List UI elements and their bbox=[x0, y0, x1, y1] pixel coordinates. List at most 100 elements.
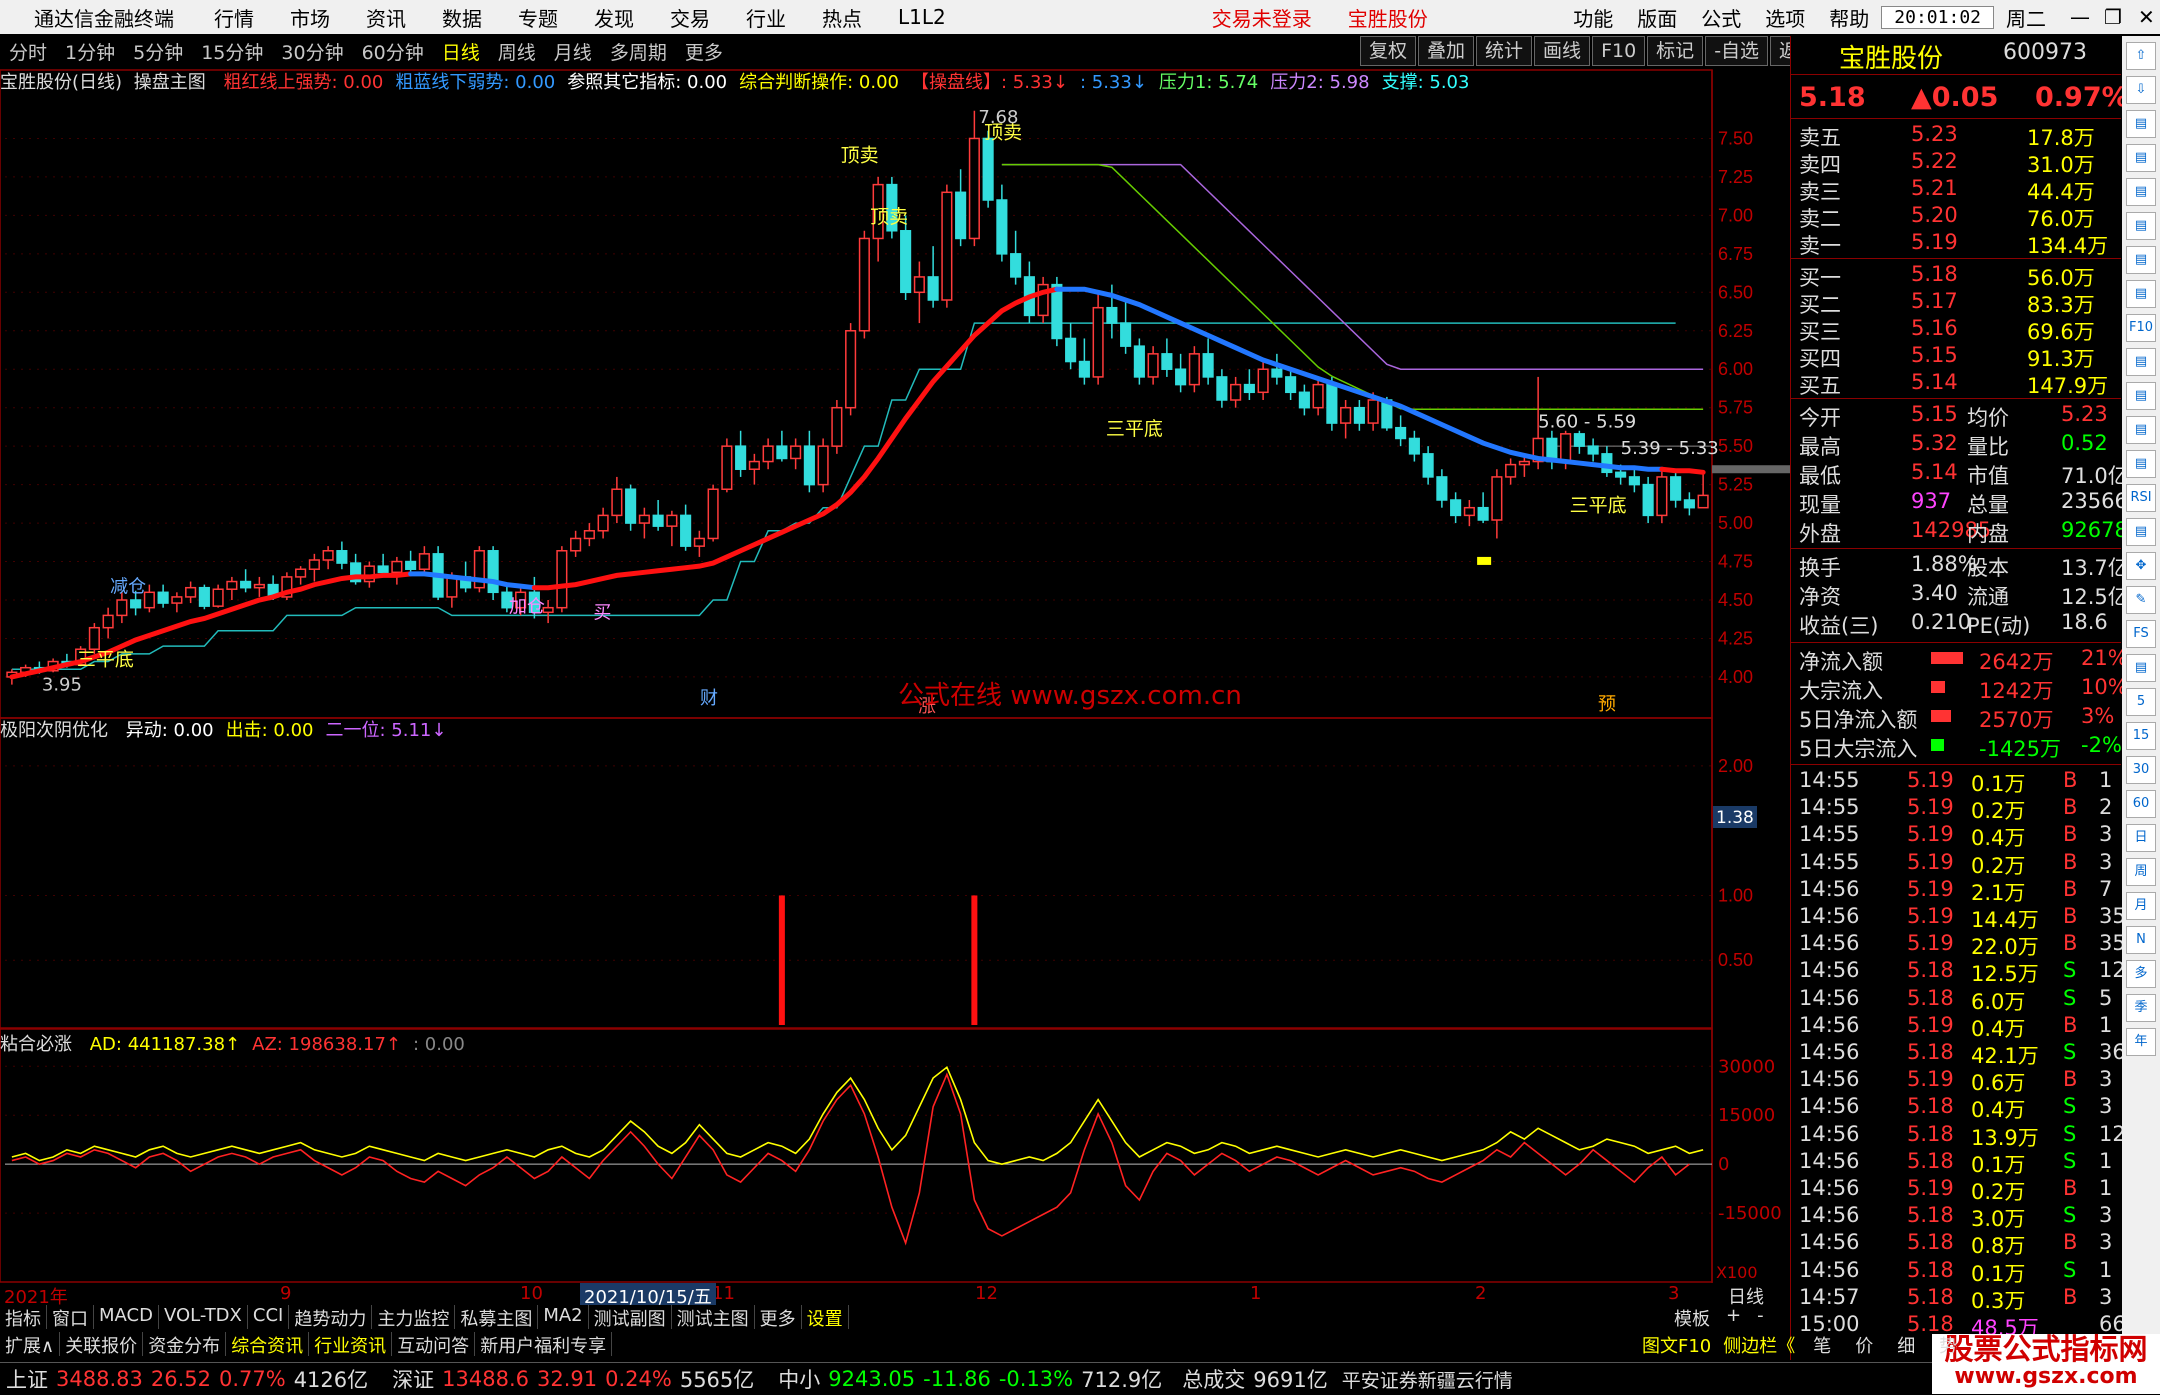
indicator-tab-3[interactable]: VOL-TDX bbox=[159, 1305, 248, 1329]
side-icon-1[interactable]: ⇩ bbox=[2126, 76, 2156, 104]
tick-count: 1 bbox=[2099, 768, 2113, 792]
template-control-0[interactable]: 模板 bbox=[1666, 1305, 1718, 1331]
indicator-tab-12[interactable]: 设置 bbox=[802, 1305, 849, 1330]
candle bbox=[1285, 369, 1297, 400]
sidebar-control-2[interactable]: 笔 bbox=[1801, 1332, 1843, 1358]
restore-icon[interactable]: ❐ bbox=[2092, 5, 2126, 29]
indicator-tab-1[interactable]: 窗口 bbox=[47, 1305, 94, 1330]
candle-body bbox=[1285, 376, 1297, 394]
side-icon-24[interactable]: 周 bbox=[2126, 858, 2156, 886]
side-icon-21[interactable]: 30 bbox=[2126, 756, 2156, 784]
sub2-legend: 粘合必涨 AD: 441187.38↑ AZ: 198638.17↑: 0.00 bbox=[0, 1030, 465, 1056]
side-icon-27[interactable]: 多 bbox=[2126, 960, 2156, 988]
tick-count: 2 bbox=[2099, 795, 2113, 820]
candle bbox=[556, 546, 568, 613]
stat2-value: 18.6 bbox=[2061, 610, 2108, 634]
bid-price: 5.18 bbox=[1911, 262, 1958, 286]
sidebar-control-4[interactable]: 细 bbox=[1885, 1332, 1927, 1358]
side-icon-22[interactable]: 60 bbox=[2126, 790, 2156, 818]
sub1-legend-item-2: 二一位: 5.11↓ bbox=[325, 720, 447, 741]
side-icon-12[interactable]: ▤ bbox=[2126, 450, 2156, 478]
extension-tab-1[interactable]: 关联报价 bbox=[60, 1332, 144, 1357]
side-icon-11[interactable]: ▤ bbox=[2126, 416, 2156, 444]
index-zx-label[interactable]: 中小 bbox=[778, 1364, 820, 1394]
indicator-tab-4[interactable]: CCI bbox=[248, 1305, 290, 1329]
side-icon-19[interactable]: 5 bbox=[2126, 688, 2156, 716]
extension-tab-2[interactable]: 资金分布 bbox=[143, 1332, 227, 1357]
side-icon-8[interactable]: F10 bbox=[2126, 314, 2156, 342]
tick-time: 14:56 bbox=[1799, 931, 1860, 956]
side-icon-25[interactable]: 月 bbox=[2126, 892, 2156, 920]
candle bbox=[762, 438, 774, 470]
side-icon-15[interactable]: ✥ bbox=[2126, 552, 2156, 580]
candle bbox=[597, 507, 609, 539]
candle-body bbox=[1175, 368, 1187, 386]
indicator-tab-9[interactable]: 测试副图 bbox=[589, 1305, 672, 1330]
sub2-tick-label: 0 bbox=[1718, 1154, 1729, 1175]
candle-body bbox=[1560, 433, 1572, 463]
side-icon-2[interactable]: ▤ bbox=[2126, 110, 2156, 138]
index-sz-label[interactable]: 深证 bbox=[392, 1364, 434, 1394]
extension-tab-6[interactable]: 新用户福利专享 bbox=[475, 1332, 613, 1357]
side-icon-28[interactable]: 季 bbox=[2126, 994, 2156, 1022]
close-icon[interactable]: ✕ bbox=[2126, 5, 2160, 29]
stat-label: 内盘 bbox=[1967, 522, 2009, 546]
quote-price: 5.18 bbox=[1799, 82, 1866, 113]
indicator-tab-2[interactable]: MACD bbox=[94, 1305, 159, 1329]
kline-chart[interactable]: 7.50 7.25 7.00 6.75 6.50 6.25 6.00 5.75 5.50 5.25… bbox=[0, 0, 1790, 1290]
extension-tab-5[interactable]: 互动问答 bbox=[392, 1332, 476, 1357]
tick-time: 14:56 bbox=[1799, 1040, 1860, 1064]
indicator-tab-5[interactable]: 趋势动力 bbox=[289, 1305, 373, 1330]
indicator-tab-10[interactable]: 测试主图 bbox=[672, 1305, 755, 1330]
sidebar-control-0[interactable]: 图文F10 bbox=[1636, 1332, 1717, 1358]
extension-tab-4[interactable]: 行业资讯 bbox=[309, 1332, 393, 1357]
candle bbox=[1271, 353, 1283, 385]
indicator-tab-8[interactable]: MA2 bbox=[538, 1305, 589, 1329]
side-icon-26[interactable]: N bbox=[2126, 926, 2156, 954]
extension-tab-3[interactable]: 综合资讯 bbox=[226, 1332, 310, 1357]
side-icon-7[interactable]: ▤ bbox=[2126, 280, 2156, 308]
sidebar-control-1[interactable]: 侧边栏《 bbox=[1717, 1332, 1801, 1358]
side-icon-bar: ⇧ ⇩ ▤ ▤ ▤ ▤ ▤ ▤ F10 ▤ ▤ ▤ ▤ RSI ▤ ✥ ✎ FS ▤ 5 15 30 60 日周月 N 多季年 bbox=[2122, 36, 2160, 1360]
template-controls: 模板 + - bbox=[1666, 1305, 1772, 1331]
side-icon-13[interactable]: RSI bbox=[2126, 484, 2156, 512]
sub1-indicator-name[interactable]: 极阳次阴优化 bbox=[0, 720, 108, 741]
template-control-1[interactable]: + bbox=[1718, 1305, 1749, 1331]
side-icon-9[interactable]: ▤ bbox=[2126, 348, 2156, 376]
menu-bangzhu[interactable]: 帮助 bbox=[1817, 3, 1881, 32]
side-icon-16[interactable]: ✎ bbox=[2126, 586, 2156, 614]
indicator-tab-0[interactable]: 指标 bbox=[0, 1305, 47, 1330]
price-tick-label: 6.25 bbox=[1718, 321, 1753, 341]
indicator-tab-7[interactable]: 私募主图 bbox=[455, 1305, 539, 1330]
extension-tab-0[interactable]: 扩展∧ bbox=[0, 1332, 61, 1357]
minimize-icon[interactable]: — bbox=[2058, 5, 2092, 29]
candle-body bbox=[1065, 337, 1077, 363]
stat2-value: 13.7亿 bbox=[2061, 556, 2129, 580]
side-icon-17[interactable]: FS bbox=[2126, 620, 2156, 648]
side-icon-18[interactable]: ▤ bbox=[2126, 654, 2156, 682]
index-sh-label[interactable]: 上证 bbox=[6, 1364, 48, 1394]
indicator-tab-6[interactable]: 主力监控 bbox=[372, 1305, 456, 1330]
candle-body bbox=[1147, 353, 1159, 378]
sidebar-control-3[interactable]: 价 bbox=[1843, 1332, 1885, 1358]
side-icon-4[interactable]: ▤ bbox=[2126, 178, 2156, 206]
flow-value: -1425万 bbox=[1979, 737, 2062, 761]
side-icon-3[interactable]: ▤ bbox=[2126, 144, 2156, 172]
sidebar-control-5[interactable]: 势 bbox=[1927, 1332, 1969, 1358]
ask-label: 卖四 bbox=[1799, 153, 1841, 177]
side-icon-29[interactable]: 年 bbox=[2126, 1028, 2156, 1056]
indicator-tab-11[interactable]: 更多 bbox=[755, 1305, 802, 1330]
sub2-indicator-name[interactable]: 粘合必涨 bbox=[0, 1034, 72, 1055]
side-icon-10[interactable]: ▤ bbox=[2126, 382, 2156, 410]
side-icon-6[interactable]: ▤ bbox=[2126, 246, 2156, 274]
template-control-2[interactable]: - bbox=[1749, 1305, 1772, 1331]
side-icon-23[interactable]: 日 bbox=[2126, 824, 2156, 852]
low-price-label: 3.95 bbox=[42, 675, 82, 696]
side-icon-0[interactable]: ⇧ bbox=[2126, 42, 2156, 70]
side-icon-5[interactable]: ▤ bbox=[2126, 212, 2156, 240]
candle-body bbox=[157, 591, 169, 604]
candle bbox=[1463, 500, 1475, 527]
price-tick-label: 4.25 bbox=[1718, 628, 1753, 648]
side-icon-14[interactable]: ▤ bbox=[2126, 518, 2156, 546]
side-icon-20[interactable]: 15 bbox=[2126, 722, 2156, 750]
